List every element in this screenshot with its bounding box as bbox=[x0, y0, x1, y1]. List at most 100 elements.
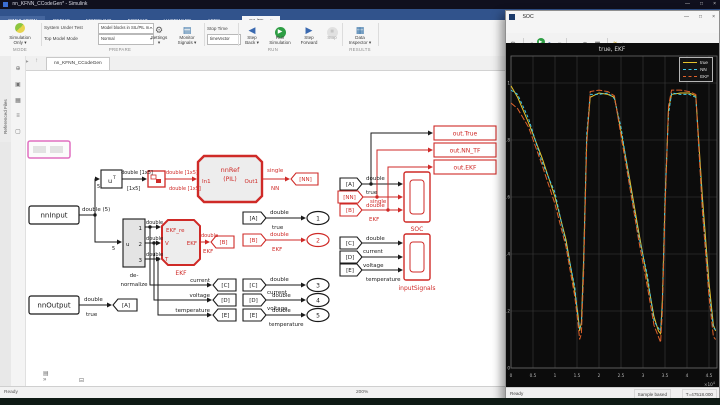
annotation-icon[interactable]: ▢ bbox=[11, 128, 25, 135]
x-tick-label: 1 bbox=[554, 373, 557, 378]
step-forward-icon: ▶ bbox=[306, 25, 313, 35]
close-button[interactable]: × bbox=[713, 0, 716, 9]
signal-wire[interactable] bbox=[158, 259, 211, 315]
signal-label: EKF bbox=[203, 249, 213, 255]
signal-label: temperature bbox=[175, 308, 210, 314]
minimize-button[interactable]: — bbox=[685, 0, 690, 9]
outport-5-label: 5 bbox=[316, 312, 320, 319]
step-back-icon: ◀ bbox=[249, 25, 256, 35]
outport-3-label: 3 bbox=[316, 282, 320, 289]
signal-label: EKF bbox=[369, 217, 379, 223]
rate-transition-glyph bbox=[156, 179, 161, 183]
signal-label: 5 bbox=[112, 246, 115, 252]
sim-mode-icon-wrap bbox=[2, 22, 38, 35]
signal-label: double bbox=[146, 252, 163, 258]
y-tick-label: 1 bbox=[507, 81, 510, 86]
collapse-bar-icon[interactable]: ⊟ bbox=[79, 377, 84, 384]
transpose-block-sup: T bbox=[112, 175, 116, 181]
nnref-pil-block-subtitle: (PIL) bbox=[223, 176, 236, 183]
system-under-test-label: System Under Test bbox=[44, 25, 83, 30]
goto-tag-e-label: [E] bbox=[222, 313, 230, 319]
minimize-button[interactable]: — bbox=[684, 11, 689, 20]
simulink-titlebar: nn_KFNN_CCodeGen* - Simulink —□× bbox=[0, 0, 720, 9]
outport-1-label: 1 bbox=[316, 215, 320, 222]
run-icon-wrap: ▶ bbox=[264, 22, 296, 35]
run-button-label1: Simulation bbox=[264, 40, 296, 45]
outport-2-label: 2 bbox=[316, 237, 320, 244]
signal-label: double bbox=[366, 176, 385, 182]
denormalize-demux-block-out3: 3 bbox=[139, 258, 143, 264]
signal-label: temperature bbox=[269, 322, 304, 328]
model-document-tab[interactable]: nn_KFNN_CCodeGen bbox=[46, 57, 110, 70]
y-tick-label: 0.6 bbox=[506, 195, 510, 200]
goto-tag-a-label: [A] bbox=[122, 303, 130, 309]
zoom-icon[interactable]: ⊕ bbox=[11, 65, 25, 72]
trace-EKF bbox=[511, 90, 716, 342]
x-tick-label: 1.5 bbox=[574, 373, 581, 378]
expand-strip-icon[interactable]: » bbox=[43, 377, 46, 383]
nnref-pil-block-inport-label: In1 bbox=[202, 179, 211, 185]
simulation-only-button-label1: Only ▾ bbox=[2, 40, 38, 45]
maximize-button[interactable]: □ bbox=[699, 11, 702, 20]
from-tag-d-label: [D] bbox=[346, 255, 355, 261]
scope-legend[interactable]: trueNNEKF bbox=[679, 57, 713, 82]
up-icon[interactable]: ↑ bbox=[35, 58, 38, 64]
step-forward-button-label1: Forward bbox=[296, 40, 322, 45]
scope-plot-area[interactable]: 00.511.522.533.544.500.20.40.60.81×104tr… bbox=[506, 43, 719, 390]
data-inspector-icon: ▦ bbox=[356, 25, 365, 35]
wire-junction bbox=[386, 208, 389, 211]
signal-label: de- bbox=[130, 273, 139, 279]
export-image-icon[interactable]: ▤ bbox=[43, 370, 49, 377]
gear-icon: ⚙ bbox=[155, 25, 163, 35]
legend-entry-NN: NN bbox=[683, 66, 709, 73]
referenced-files-label: Referenced Files bbox=[3, 99, 8, 134]
stop-time-input[interactable]: timeVector bbox=[207, 34, 241, 45]
axes-box bbox=[511, 56, 717, 368]
soc-scope-block-screen bbox=[410, 180, 424, 214]
signal-wire[interactable] bbox=[95, 215, 121, 242]
stop-icon-wrap: ■ bbox=[322, 22, 342, 35]
scope-titlebar[interactable]: SOC —□× bbox=[506, 11, 719, 24]
trace-true bbox=[511, 86, 716, 334]
signal-label: double bbox=[366, 203, 385, 209]
goto-tag-b-label: [B] bbox=[219, 240, 227, 246]
x-tick-label: 3.5 bbox=[662, 373, 669, 378]
x-tick-label: 4.5 bbox=[706, 373, 713, 378]
signal-label: double [1x5] bbox=[166, 170, 198, 176]
fit-view-icon[interactable]: ▣ bbox=[11, 81, 25, 88]
top-model-mode-label: Top Model Mode bbox=[44, 36, 78, 41]
y-tick-label: 0.4 bbox=[506, 252, 510, 257]
gear-icon-wrap: ⚙ bbox=[146, 22, 172, 35]
scope-plot: 00.511.522.533.544.500.20.40.60.81×104tr… bbox=[506, 43, 719, 390]
x-tick-label: 3 bbox=[642, 373, 645, 378]
signal-label: true bbox=[272, 225, 284, 231]
signal-label: SOC bbox=[411, 226, 424, 233]
close-button[interactable]: × bbox=[712, 11, 715, 20]
group-label-results: RESULTS bbox=[349, 47, 371, 52]
signal-label: double bbox=[272, 308, 291, 314]
x-tick-label: 4 bbox=[686, 373, 689, 378]
group-label-mode: MODE bbox=[13, 47, 27, 52]
signal-label: double (5) bbox=[82, 207, 110, 213]
signal-label: double bbox=[272, 293, 291, 299]
y-tick-label: 0 bbox=[507, 366, 510, 371]
from-tag-e-label: [E] bbox=[250, 313, 258, 319]
step-back-icon-wrap: ◀ bbox=[240, 22, 264, 35]
list-icon[interactable]: ≡ bbox=[11, 113, 25, 119]
out-true-block-label: out.True bbox=[453, 130, 478, 137]
maximize-button[interactable]: □ bbox=[700, 0, 703, 9]
signal-label: double bbox=[270, 210, 289, 216]
signal-label: voltage bbox=[363, 263, 384, 269]
scope-app-icon bbox=[509, 14, 515, 20]
from-tag-c-label: [C] bbox=[346, 241, 354, 247]
signal-label: double bbox=[146, 220, 163, 226]
top-model-mode-value: Normal bbox=[101, 36, 115, 41]
legend-line-EKF bbox=[683, 76, 697, 77]
signal-label: true bbox=[86, 312, 98, 318]
system-under-test-value: Model blocks in SIL/PIL m... bbox=[101, 25, 153, 30]
canvas-tool-strip: ⊕ ▣ ▦ ≡ ▢ bbox=[11, 56, 26, 386]
x-tick-label: 2 bbox=[598, 373, 601, 378]
grid-icon[interactable]: ▦ bbox=[11, 97, 25, 104]
signal-label: temperature bbox=[366, 277, 401, 283]
denormalize-demux-block-out2: 2 bbox=[139, 242, 143, 248]
